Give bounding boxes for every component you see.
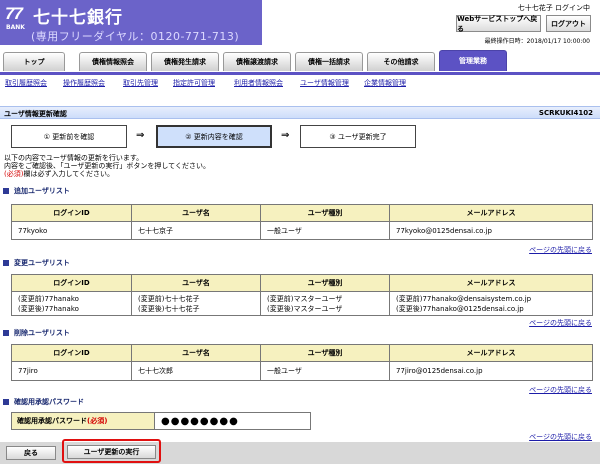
password-table: 確認用承認パスワード(必須) ●●●●●●●● [11, 412, 311, 430]
add-user-table: ログインID ユーザ名 ユーザ種別 メールアドレス 77kyoko 七十七京子 … [11, 204, 593, 240]
required-mark: (必須) [4, 170, 24, 178]
web-service-top-button[interactable]: Webサービストップへ戻る [456, 15, 541, 33]
page-top-link[interactable]: ページの先頭に戻る [529, 385, 592, 395]
bank-logo-text: BANK [6, 24, 25, 31]
table-header-row: ログインID ユーザ名 ユーザ種別 メールアドレス [11, 204, 593, 222]
tab-claim-inquiry[interactable]: 債権情報照会 [79, 52, 147, 71]
tab-claim-issue[interactable]: 債権発生請求 [151, 52, 219, 71]
subnav-client-management[interactable]: 取引先管理 [123, 78, 158, 88]
bank-logo-number: 77 [5, 4, 23, 23]
column-login-id: ログインID [11, 344, 132, 362]
tab-management[interactable]: 管理業務 [439, 50, 507, 71]
tab-underline [0, 72, 600, 75]
execute-update-button[interactable]: ユーザ更新の実行 [67, 445, 156, 459]
last-operation-time: 最終操作日時：2018/01/17 10:00:00 [484, 38, 590, 45]
tab-other-requests[interactable]: その他請求 [367, 52, 435, 71]
section-heading-delete: 削除ユーザリスト [3, 328, 70, 338]
column-email: メールアドレス [389, 274, 593, 292]
free-dial-number: (専用フリーダイヤル：0120-771-713) [31, 30, 240, 43]
sub-navigation: 取引履歴照会 操作履歴照会 取引先管理 指定許可管理 利用者情報照会 ユーザ情報… [0, 77, 600, 91]
main-tabs: トップ 債権情報照会 債権発生請求 債権譲渡請求 債権一括請求 その他請求 管理… [0, 49, 600, 73]
logout-button[interactable]: ログアウト [546, 15, 591, 32]
step-arrow-icon: ⇒ [281, 130, 290, 141]
cell-login-id: 77jiro [11, 361, 132, 381]
section-square-icon [3, 188, 9, 194]
bank-logo-area: 77 BANK 七十七銀行 (専用フリーダイヤル：0120-771-713) [0, 0, 262, 45]
section-square-icon [3, 260, 9, 266]
column-user-type: ユーザ種別 [260, 204, 390, 222]
subnav-company-info-management[interactable]: 企業情報管理 [364, 78, 406, 88]
page-title: ユーザ情報更新確認 [4, 110, 67, 118]
screen-code: SCRKUKI4102 [538, 109, 593, 117]
step-1: ① 更新前を確認 [11, 125, 127, 148]
cell-user-name: 七十七次郎 [131, 361, 261, 381]
tab-claim-transfer[interactable]: 債権譲渡請求 [223, 52, 291, 71]
cell-user-type: 一般ユーザ [260, 361, 390, 381]
back-button[interactable]: 戻る [6, 446, 56, 460]
table-header-row: ログインID ユーザ名 ユーザ種別 メールアドレス [11, 344, 593, 362]
column-email: メールアドレス [389, 204, 593, 222]
cell-login-id: (変更前)77hanako (変更後)77hanako [11, 291, 132, 316]
section-heading-password: 確認用承認パスワード [3, 397, 84, 407]
instruction-line-2: 内容をご確認後、「ユーザ更新の実行」ボタンを押してください。 [4, 162, 210, 170]
section-square-icon [3, 330, 9, 336]
cell-user-name: 七十七京子 [131, 221, 261, 240]
instructions: 以下の内容でユーザ情報の更新を行います。 内容をご確認後、「ユーザ更新の実行」ボ… [4, 154, 210, 178]
column-user-type: ユーザ種別 [260, 274, 390, 292]
page-top-link[interactable]: ページの先頭に戻る [529, 245, 592, 255]
table-header-row: ログインID ユーザ名 ユーザ種別 メールアドレス [11, 274, 593, 292]
section-square-icon [3, 399, 9, 405]
step-3: ③ ユーザ更新完了 [300, 125, 416, 148]
section-heading-add: 追加ユーザリスト [3, 186, 70, 196]
password-label: 確認用承認パスワード(必須) [11, 412, 155, 430]
section-heading-change: 変更ユーザリスト [3, 258, 70, 268]
subnav-transaction-history[interactable]: 取引履歴照会 [5, 78, 47, 88]
header: 77 BANK 七十七銀行 (専用フリーダイヤル：0120-771-713) 七… [0, 0, 600, 48]
page-title-bar: ユーザ情報更新確認 SCRKUKI4102 [0, 106, 600, 119]
instruction-line-1: 以下の内容でユーザ情報の更新を行います。 [4, 154, 144, 162]
step-2-current: ② 更新内容を確認 [156, 125, 272, 148]
column-email: メールアドレス [389, 344, 593, 362]
page-top-link[interactable]: ページの先頭に戻る [529, 318, 592, 328]
subnav-user-info-management[interactable]: ユーザ情報管理 [300, 78, 349, 88]
tab-claim-bulk[interactable]: 債権一括請求 [295, 52, 363, 71]
login-user-info: 七十七花子 ログイン中 [517, 4, 590, 12]
change-user-table: ログインID ユーザ名 ユーザ種別 メールアドレス (変更前)77hanako(… [11, 274, 593, 316]
subnav-operation-history[interactable]: 操作履歴照会 [63, 78, 105, 88]
cell-login-id: 77kyoko [11, 221, 132, 240]
column-user-type: ユーザ種別 [260, 344, 390, 362]
page-top-link[interactable]: ページの先頭に戻る [529, 432, 592, 442]
column-user-name: ユーザ名 [131, 344, 261, 362]
cell-user-type: 一般ユーザ [260, 221, 390, 240]
delete-user-table: ログインID ユーザ名 ユーザ種別 メールアドレス 77jiro 七十七次郎 一… [11, 344, 593, 381]
subnav-permission-management[interactable]: 指定許可管理 [173, 78, 215, 88]
instruction-line-3: (必須)欄は必ず入力してください。 [4, 170, 115, 178]
tab-top[interactable]: トップ [3, 52, 65, 71]
cell-email: 77jiro@0125densai.co.jp [389, 361, 593, 381]
table-row: (変更前)77hanako (変更後)77hanako (変更前)七十七花子 (変更… [11, 291, 593, 316]
cell-email: (変更前)77hanako@densaisystem.co.jp (変更後)77h… [389, 291, 593, 316]
table-row: 77jiro 七十七次郎 一般ユーザ 77jiro@0125densai.co.… [11, 361, 593, 381]
column-login-id: ログインID [11, 204, 132, 222]
column-user-name: ユーザ名 [131, 204, 261, 222]
cell-user-type: (変更前)マスターユーザ (変更後)マスターユーザ [260, 291, 390, 316]
table-row: 77kyoko 七十七京子 一般ユーザ 77kyoko@0125densai.c… [11, 221, 593, 240]
cell-user-name: (変更前)七十七花子 (変更後)七十七花子 [131, 291, 261, 316]
password-input[interactable]: ●●●●●●●● [154, 412, 311, 430]
cell-email: 77kyoko@0125densai.co.jp [389, 221, 593, 240]
subnav-user-info-inquiry[interactable]: 利用者情報照会 [234, 78, 283, 88]
column-user-name: ユーザ名 [131, 274, 261, 292]
column-login-id: ログインID [11, 274, 132, 292]
step-arrow-icon: ⇒ [136, 130, 145, 141]
bank-name: 七十七銀行 [33, 8, 123, 28]
password-required-mark: (必須) [87, 417, 108, 425]
